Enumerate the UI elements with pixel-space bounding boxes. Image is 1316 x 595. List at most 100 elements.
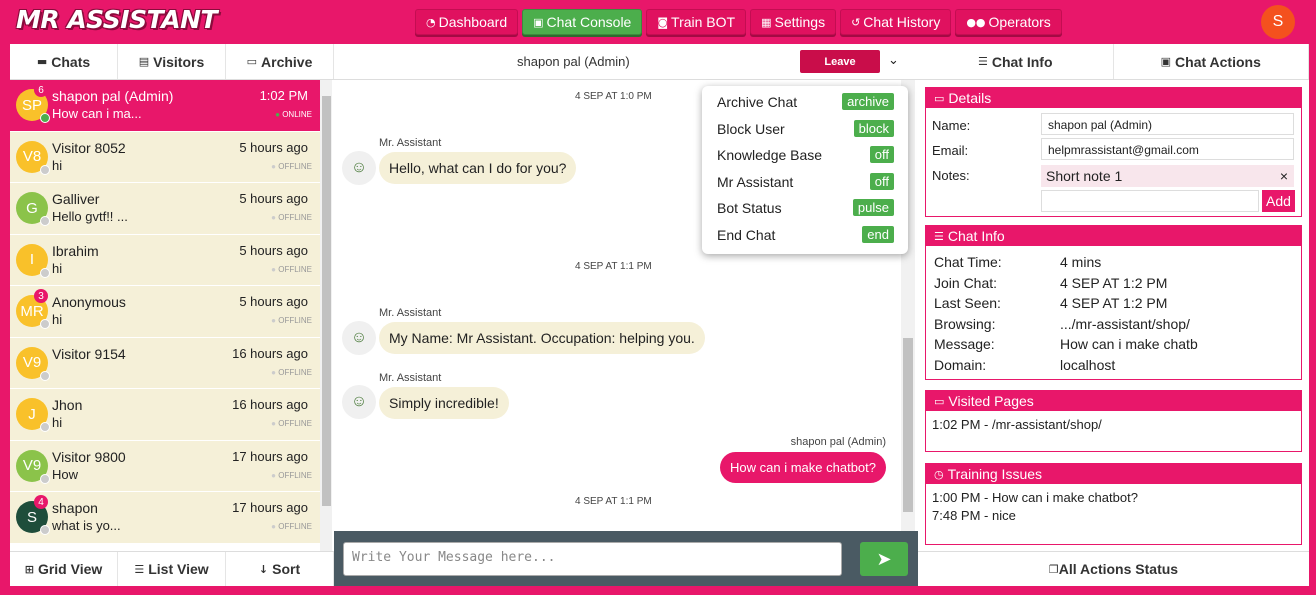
nav-settings[interactable]: ▦ Settings: [750, 9, 837, 35]
tab-chat-actions[interactable]: ▣ Chat Actions: [1114, 44, 1309, 79]
scrollbar-thumb[interactable]: [903, 338, 913, 512]
grid-view-button[interactable]: ⊞ Grid View: [10, 552, 118, 586]
chat-time: 1:02 PM: [259, 88, 308, 103]
chat-name: shapon: [52, 500, 98, 516]
name-label: Name:: [932, 118, 971, 133]
nav-train-bot[interactable]: ◙ Train BOT: [646, 9, 747, 35]
chat-list-item[interactable]: S 4 shapon what is yo... 17 hours ago ● OFFLI…: [10, 492, 320, 544]
name-field[interactable]: shapon pal (Admin): [1041, 113, 1294, 135]
training-issue-item: 1:00 PM - How can i make chatbot?: [932, 490, 1138, 505]
button-label: Grid View: [37, 561, 103, 577]
close-icon[interactable]: ×: [1280, 168, 1288, 184]
scrollbar-thumb[interactable]: [322, 96, 331, 506]
clock-icon: ◷: [934, 467, 944, 481]
chat-time: 5 hours ago: [239, 294, 308, 309]
box-title: Visited Pages: [948, 393, 1034, 409]
dashboard-icon: ◔: [426, 15, 436, 29]
visited-pages-header: ▭ Visited Pages: [926, 391, 1301, 411]
sort-button[interactable]: ↓ Sort: [226, 552, 334, 586]
message-bubble-outgoing: How can i make chatbot?: [720, 452, 886, 483]
note-text: Short note 1: [1046, 168, 1123, 184]
chat-time: 17 hours ago: [232, 500, 308, 515]
training-issues-header: ◷ Training Issues: [926, 464, 1301, 484]
tab-chats[interactable]: ▬ Chats: [10, 44, 118, 79]
chat-preview: Hello gvtf!! ...: [52, 209, 128, 224]
training-issue-item: 7:48 PM - nice: [932, 508, 1016, 523]
chat-actions-dropdown: Archive Chat archive Block User block Knowle…: [702, 86, 908, 254]
conversation-title: shapon pal (Admin): [517, 54, 630, 69]
button-label: Sort: [272, 561, 301, 577]
list-icon: ☰: [977, 55, 988, 68]
all-actions-status-button[interactable]: ❐ All Actions Status: [918, 551, 1309, 586]
list-icon: ☰: [134, 562, 145, 576]
leave-button[interactable]: Leave: [800, 50, 880, 73]
online-status: ● OFFLINE: [271, 213, 312, 222]
chevron-down-icon[interactable]: ⌄: [888, 52, 899, 68]
chat-info-header: ☰ Chat Info: [926, 226, 1301, 246]
chat-list-item[interactable]: SP 6 shapon pal (Admin) How can i ma... 1:02…: [10, 80, 320, 132]
add-note-button[interactable]: Add: [1262, 190, 1295, 212]
nav-chat-console[interactable]: ▣ Chat Console: [522, 9, 643, 35]
chat-list-item[interactable]: J Jhon hi 16 hours ago ● OFFLINE: [10, 389, 320, 441]
status-dot: [40, 164, 50, 175]
date-separator: 4 SEP AT 1:1 PM: [575, 496, 652, 507]
status-dot: [40, 473, 50, 484]
note-input[interactable]: [1041, 190, 1259, 212]
app-logo[interactable]: MR ASSISTANT: [16, 5, 218, 34]
info-value: 4 mins: [1060, 254, 1102, 270]
send-icon: ➤: [876, 548, 892, 569]
action-label: End Chat: [717, 226, 776, 243]
status-dot: [40, 267, 50, 278]
nav-operators[interactable]: ●● Operators: [955, 9, 1062, 35]
chat-preview: hi: [52, 312, 63, 327]
chat-list-item[interactable]: V9 Visitor 9154 16 hours ago ● OFFLINE: [10, 337, 320, 389]
chat-preview: what is yo...: [52, 518, 121, 533]
action-tag-button[interactable]: off: [869, 146, 894, 163]
tab-chat-info[interactable]: ☰ Chat Info: [918, 44, 1114, 79]
info-value: How can i make chatb: [1060, 336, 1198, 353]
message-sender: shapon pal (Admin): [790, 436, 886, 448]
message-input[interactable]: Write Your Message here...: [343, 542, 842, 576]
chat-list-item[interactable]: MR 3 Anonymous hi 5 hours ago ● OFFLINE: [10, 286, 320, 338]
box-title: Chat Info: [947, 228, 1005, 244]
list-icon: ☰: [934, 229, 944, 243]
action-tag-button[interactable]: archive: [842, 93, 894, 110]
nav-chat-history[interactable]: ↺ Chat History: [840, 9, 952, 35]
chat-time: 16 hours ago: [232, 345, 308, 361]
list-view-button[interactable]: ☰ List View: [118, 552, 226, 586]
info-value: 4 SEP AT 1:2 PM: [1060, 274, 1168, 291]
chat-list-item[interactable]: V8 Visitor 8052 hi 5 hours ago ● OFFLINE: [10, 131, 320, 183]
actions-icon: ▣: [1160, 55, 1172, 68]
main-nav: ◔ Dashboard ▣ Chat Console ◙ Train BOT ▦ Set…: [415, 9, 1062, 35]
action-label: Block User: [717, 120, 785, 137]
chat-list-item[interactable]: G Galliver Hello gvtf!! ... 5 hours ago ● OF…: [10, 183, 320, 235]
action-tag-button[interactable]: pulse: [852, 199, 894, 216]
tab-archive[interactable]: ▭ Archive: [226, 44, 334, 79]
tab-label: Visitors: [153, 53, 205, 70]
chat-name: Visitor 8052: [52, 139, 126, 156]
action-tag-button[interactable]: off: [869, 172, 894, 190]
history-icon: ↺: [851, 15, 861, 29]
visitor-icon: ▤: [138, 55, 150, 68]
action-tag-button[interactable]: end: [862, 225, 894, 243]
top-bar: MR ASSISTANT ◔ Dashboard ▣ Chat Console ◙ T…: [0, 0, 1316, 44]
chat-preview: hi: [52, 415, 63, 430]
chat-list-item[interactable]: I Ibrahim hi 5 hours ago ● OFFLINE: [10, 234, 320, 286]
date-separator: 4 SEP AT 1:1 PM: [575, 261, 652, 272]
nav-dashboard[interactable]: ◔ Dashboard: [415, 9, 519, 35]
chat-list-item[interactable]: V9 Visitor 9800 How 17 hours ago ● OFFLINE: [10, 440, 320, 492]
box-title: Details: [948, 90, 992, 106]
status-text: OFFLINE: [278, 264, 312, 274]
chat-list-scrollbar[interactable]: [320, 80, 332, 551]
action-tag-button[interactable]: block: [853, 119, 894, 137]
status-dot: [40, 113, 50, 123]
send-button[interactable]: ➤: [860, 542, 908, 576]
nav-label: Train BOT: [671, 14, 736, 30]
tab-visitors[interactable]: ▤ Visitors: [118, 44, 226, 79]
email-field[interactable]: helpmrassistant@gmail.com: [1041, 138, 1294, 160]
status-text: OFFLINE: [278, 316, 312, 325]
chat-name: Jhon: [52, 397, 83, 413]
action-label: Mr Assistant: [717, 173, 794, 190]
action-label: Archive Chat: [717, 94, 798, 110]
user-avatar[interactable]: S: [1261, 5, 1295, 39]
